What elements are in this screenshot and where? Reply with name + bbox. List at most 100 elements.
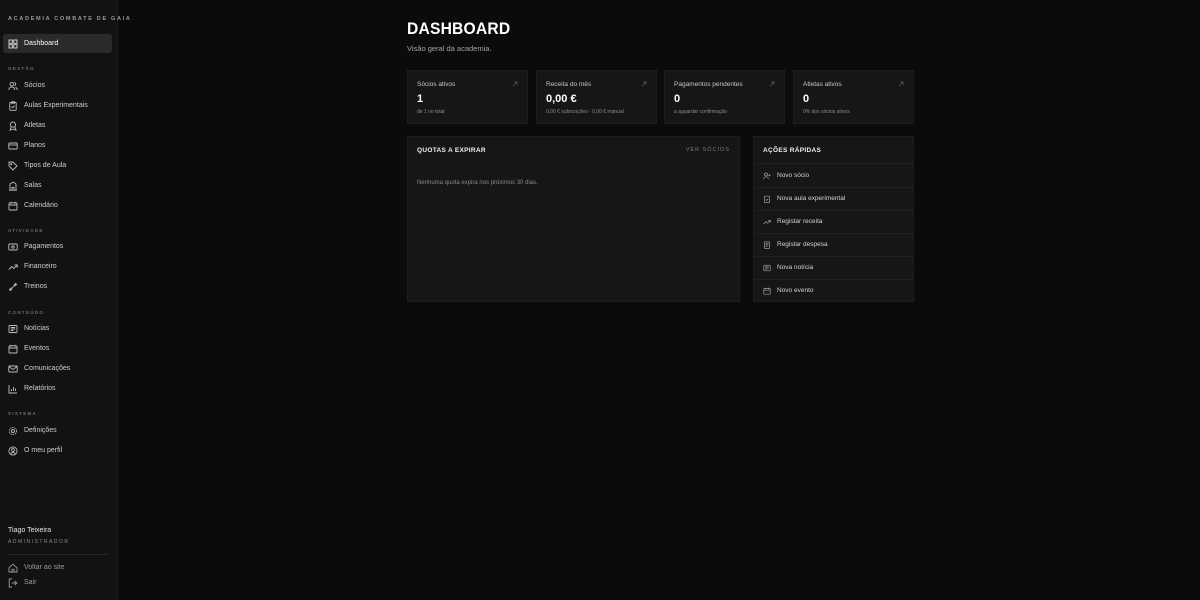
stat-value: 0,00 €	[546, 93, 577, 105]
arrow-up-right-icon	[769, 81, 775, 87]
sidebar-item-comunicacoes[interactable]: Comunicações	[3, 359, 112, 378]
sidebar-item-label: Voltar ao site	[24, 564, 65, 571]
sidebar-item-socios[interactable]: Sócios	[3, 76, 112, 95]
sidebar-item-label: Notícias	[24, 325, 50, 332]
calendar-icon	[8, 344, 18, 354]
trending-up-icon	[763, 218, 771, 226]
sidebar-item-noticias[interactable]: Notícias	[3, 319, 112, 338]
stat-subtext: a aguardar confirmação	[674, 109, 727, 115]
sidebar-item-label: Financeiro	[24, 263, 57, 270]
newspaper-icon	[763, 264, 771, 272]
action-label: Novo sócio	[777, 172, 810, 179]
stat-card-pagamentos[interactable]: Pagamentos pendentes 0 a aguardar confir…	[664, 70, 785, 124]
user-circle-icon	[8, 445, 18, 456]
section-label-sistema: SISTEMA	[8, 411, 38, 416]
new-member-action[interactable]: Novo sócio	[754, 164, 913, 187]
sidebar: ACADEMIA COMBATE DE GAIA Dashboard GESTÃ…	[0, 0, 130, 600]
clipboard-check-icon	[8, 100, 18, 111]
logout-link[interactable]: Sair	[3, 573, 112, 592]
main-content: DASHBOARD Visão geral da academia. Sócio…	[118, 0, 1200, 600]
panel-title: AÇÕES RÁPIDAS	[763, 147, 822, 154]
stat-card-atletas[interactable]: Atletas ativos 0 0% dos sócios ativos	[793, 70, 914, 124]
sidebar-item-dashboard[interactable]: Dashboard	[3, 34, 112, 53]
stat-subtext: 0,00 € subscrições · 0,00 € manual	[546, 109, 624, 115]
brand-name: ACADEMIA COMBATE DE GAIA	[8, 16, 132, 22]
section-label-conteudo: CONTEÚDO	[8, 310, 45, 315]
sidebar-item-pagamentos[interactable]: Pagamentos	[3, 237, 112, 256]
sidebar-item-salas[interactable]: Salas	[3, 176, 112, 195]
sidebar-item-label: Aulas Experimentais	[24, 102, 88, 109]
sidebar-item-label: Sair	[24, 579, 37, 586]
bar-chart-icon	[8, 384, 18, 394]
stat-subtext: de 1 no total	[417, 109, 445, 115]
panel-title: QUOTAS A EXPIRAR	[417, 147, 486, 154]
sidebar-item-label: Calendário	[24, 202, 58, 209]
stat-value: 0	[674, 93, 681, 105]
stat-subtext: 0% dos sócios ativos	[803, 109, 850, 115]
sidebar-item-label: O meu perfil	[24, 447, 63, 454]
user-name: Tiago Teixeira	[8, 527, 52, 534]
sidebar-item-relatorios[interactable]: Relatórios	[3, 379, 112, 398]
stat-card-receita[interactable]: Receita do mês 0,00 € 0,00 € subscrições…	[536, 70, 657, 124]
page-subtitle: Visão geral da academia.	[407, 44, 492, 53]
sidebar-item-atletas[interactable]: Atletas	[3, 116, 112, 135]
arrow-up-right-icon	[512, 81, 518, 87]
quick-actions-panel: AÇÕES RÁPIDAS Novo sócio Nova aula exper…	[753, 136, 914, 302]
arrow-up-right-icon	[898, 81, 904, 87]
view-members-link[interactable]: VER SÓCIOS	[686, 147, 730, 153]
stat-card-socios[interactable]: Sócios ativos 1 de 1 no total	[407, 70, 528, 124]
sidebar-item-eventos[interactable]: Eventos	[3, 339, 112, 358]
gear-icon	[8, 426, 18, 436]
action-label: Novo evento	[777, 287, 814, 294]
sidebar-divider	[8, 554, 108, 555]
sidebar-item-label: Atletas	[24, 122, 46, 129]
sidebar-item-label: Dashboard	[24, 40, 59, 47]
sidebar-item-aulas-experimentais[interactable]: Aulas Experimentais	[3, 96, 112, 115]
sidebar-item-label: Definições	[24, 427, 57, 434]
quotas-panel: QUOTAS A EXPIRAR VER SÓCIOS Nenhuma quot…	[407, 136, 740, 302]
users-icon	[8, 81, 18, 91]
app-root: ACADEMIA COMBATE DE GAIA Dashboard GESTÃ…	[0, 0, 1200, 600]
tag-icon	[8, 161, 18, 171]
arrow-up-right-icon	[641, 81, 647, 87]
wallet-icon	[8, 242, 18, 252]
sidebar-item-planos[interactable]: Planos	[3, 136, 112, 155]
section-label-atividade: ATIVIDADE	[8, 228, 44, 233]
sidebar-item-tipos-de-aula[interactable]: Tipos de Aula	[3, 156, 112, 175]
sidebar-item-label: Treinos	[24, 283, 48, 290]
credit-card-icon	[8, 141, 18, 151]
receipt-icon	[763, 240, 771, 249]
trending-up-icon	[8, 262, 18, 272]
stat-label: Atletas ativos	[803, 81, 842, 88]
dumbbell-icon	[8, 282, 18, 292]
stat-label: Receita do mês	[546, 81, 592, 88]
sidebar-item-calendario[interactable]: Calendário	[3, 196, 112, 215]
sidebar-item-label: Sócios	[24, 82, 46, 89]
sidebar-item-financeiro[interactable]: Financeiro	[3, 257, 112, 276]
sidebar-item-label: Pagamentos	[24, 243, 64, 250]
new-trial-class-action[interactable]: Nova aula experimental	[754, 187, 913, 210]
sidebar-item-o-meu-perfil[interactable]: O meu perfil	[3, 441, 112, 460]
newspaper-icon	[8, 324, 18, 334]
sidebar-item-label: Planos	[24, 142, 46, 149]
action-label: Registar receita	[777, 218, 823, 225]
award-icon	[8, 121, 18, 131]
sidebar-item-treinos[interactable]: Treinos	[3, 277, 112, 296]
calendar-icon	[763, 287, 771, 295]
sidebar-item-label: Relatórios	[24, 385, 56, 392]
register-income-action[interactable]: Registar receita	[754, 210, 913, 233]
stat-label: Sócios ativos	[417, 81, 456, 88]
mail-icon	[8, 364, 18, 374]
sidebar-item-label: Eventos	[24, 345, 50, 352]
grid-icon	[8, 39, 18, 49]
new-event-action[interactable]: Novo evento	[754, 279, 913, 302]
sidebar-item-definicoes[interactable]: Definições	[3, 421, 112, 440]
calendar-icon	[8, 201, 18, 211]
action-label: Nova notícia	[777, 264, 814, 271]
sidebar-item-label: Salas	[24, 182, 42, 189]
sidebar-item-label: Comunicações	[24, 365, 71, 372]
register-expense-action[interactable]: Registar despesa	[754, 233, 913, 256]
building-icon	[8, 180, 18, 191]
new-news-action[interactable]: Nova notícia	[754, 256, 913, 279]
page-title: DASHBOARD	[407, 19, 511, 38]
